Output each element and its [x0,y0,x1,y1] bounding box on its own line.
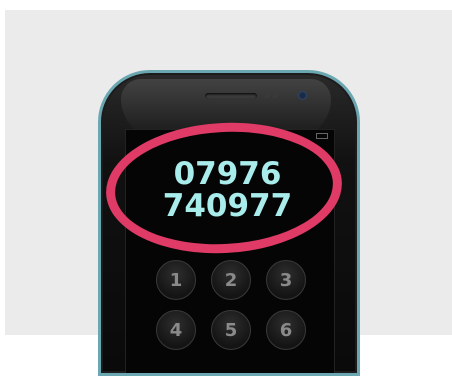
keypad-key-6: 6 [266,310,306,350]
sensor-dot-icon [265,94,269,98]
keypad-key-1: 1 [156,260,196,300]
phone-speaker-icon [205,93,257,99]
battery-icon [316,133,328,139]
keypad-key-3: 3 [266,260,306,300]
phone-number-line-1: 07976 [173,156,282,192]
keypad-key-2: 2 [211,260,251,300]
phone-number-line-2: 740977 [162,188,293,224]
sensor-dot-icon [273,94,277,98]
phone-number-display: 07976 740977 [140,158,315,222]
keypad-key-5: 5 [211,310,251,350]
keypad-key-4: 4 [156,310,196,350]
phone-camera-icon [298,91,307,100]
